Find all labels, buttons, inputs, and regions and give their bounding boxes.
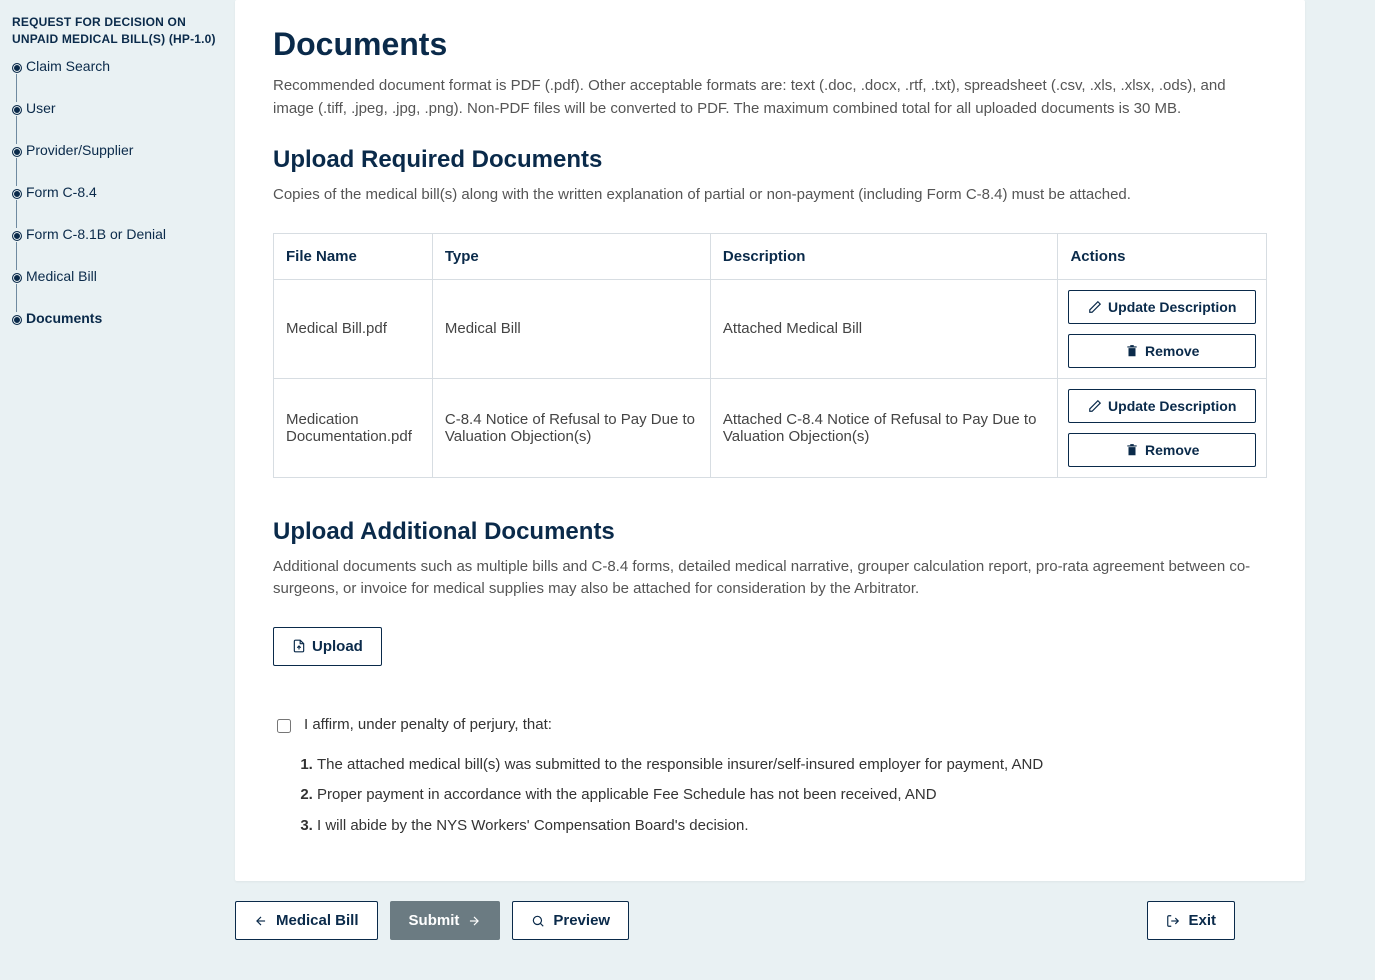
documents-table: File Name Type Description Actions Medic… — [273, 233, 1267, 478]
file-upload-icon — [292, 639, 306, 653]
sidebar-item-form-c81b[interactable]: Form C-8.1B or Denial — [12, 226, 223, 268]
button-label: Remove — [1145, 442, 1199, 458]
trash-icon — [1125, 443, 1139, 457]
cell-file: Medication Documentation.pdf — [274, 378, 433, 477]
sidebar-item-documents[interactable]: Documents — [12, 310, 223, 326]
upload-button[interactable]: Upload — [273, 627, 382, 666]
sidebar-item-label: User — [26, 100, 56, 116]
submit-button[interactable]: Submit — [390, 901, 501, 940]
sidebar-item-user[interactable]: User — [12, 100, 223, 142]
sidebar-item-form-c84[interactable]: Form C-8.4 — [12, 184, 223, 226]
cell-desc: Attached C-8.4 Notice of Refusal to Pay … — [710, 378, 1058, 477]
update-description-button[interactable]: Update Description — [1068, 389, 1256, 423]
cell-type: C-8.4 Notice of Refusal to Pay Due to Va… — [432, 378, 710, 477]
affirm-item: I will abide by the NYS Workers' Compens… — [317, 811, 1267, 842]
additional-subtext: Additional documents such as multiple bi… — [273, 556, 1267, 601]
exit-icon — [1166, 914, 1180, 928]
affirm-checkbox[interactable] — [277, 719, 291, 733]
exit-button[interactable]: Exit — [1147, 901, 1235, 940]
arrow-left-icon — [254, 914, 268, 928]
th-type: Type — [432, 233, 710, 279]
button-label: Preview — [553, 912, 610, 929]
page-intro: Recommended document format is PDF (.pdf… — [273, 75, 1267, 120]
required-heading: Upload Required Documents — [273, 146, 1267, 174]
sidebar-title: REQUEST FOR DECISION ON UNPAID MEDICAL B… — [12, 14, 223, 48]
page-title: Documents — [273, 26, 1267, 63]
remove-button[interactable]: Remove — [1068, 433, 1256, 467]
button-label: Upload — [312, 638, 363, 655]
remove-button[interactable]: Remove — [1068, 334, 1256, 368]
preview-button[interactable]: Preview — [512, 901, 629, 940]
button-label: Submit — [409, 912, 460, 929]
sidebar-item-label: Provider/Supplier — [26, 142, 133, 158]
pencil-icon — [1088, 300, 1102, 314]
footer-bar: Medical Bill Submit Preview Exit — [235, 881, 1305, 960]
update-description-button[interactable]: Update Description — [1068, 290, 1256, 324]
th-desc: Description — [710, 233, 1058, 279]
button-label: Exit — [1188, 912, 1216, 929]
button-label: Remove — [1145, 343, 1199, 359]
cell-actions: Update Description Remove — [1058, 279, 1267, 378]
additional-heading: Upload Additional Documents — [273, 518, 1267, 546]
affirm-row: I affirm, under penalty of perjury, that… — [273, 716, 1267, 736]
sidebar-item-claim-search[interactable]: Claim Search — [12, 58, 223, 100]
button-label: Update Description — [1108, 398, 1236, 414]
table-row: Medical Bill.pdf Medical Bill Attached M… — [274, 279, 1267, 378]
affirm-item: The attached medical bill(s) was submitt… — [317, 750, 1267, 781]
trash-icon — [1125, 344, 1139, 358]
sidebar-item-provider[interactable]: Provider/Supplier — [12, 142, 223, 184]
table-row: Medication Documentation.pdf C-8.4 Notic… — [274, 378, 1267, 477]
sidebar-item-label: Form C-8.4 — [26, 184, 97, 200]
affirm-lead: I affirm, under penalty of perjury, that… — [304, 716, 552, 733]
back-button[interactable]: Medical Bill — [235, 901, 378, 940]
affirm-item: Proper payment in accordance with the ap… — [317, 780, 1267, 811]
sidebar: REQUEST FOR DECISION ON UNPAID MEDICAL B… — [0, 0, 235, 980]
cell-actions: Update Description Remove — [1058, 378, 1267, 477]
cell-file: Medical Bill.pdf — [274, 279, 433, 378]
main-card: Documents Recommended document format is… — [235, 0, 1305, 881]
th-actions: Actions — [1058, 233, 1267, 279]
th-file: File Name — [274, 233, 433, 279]
sidebar-item-medical-bill[interactable]: Medical Bill — [12, 268, 223, 310]
sidebar-item-label: Form C-8.1B or Denial — [26, 226, 166, 242]
sidebar-item-label: Claim Search — [26, 58, 110, 74]
sidebar-item-label: Medical Bill — [26, 268, 97, 284]
sidebar-item-label: Documents — [26, 310, 102, 326]
search-icon — [531, 914, 545, 928]
cell-type: Medical Bill — [432, 279, 710, 378]
cell-desc: Attached Medical Bill — [710, 279, 1058, 378]
affirm-list: The attached medical bill(s) was submitt… — [299, 750, 1267, 842]
required-subtext: Copies of the medical bill(s) along with… — [273, 184, 1267, 207]
pencil-icon — [1088, 399, 1102, 413]
button-label: Medical Bill — [276, 912, 359, 929]
nav-list: Claim Search User Provider/Supplier Form… — [12, 58, 223, 326]
button-label: Update Description — [1108, 299, 1236, 315]
arrow-right-icon — [467, 914, 481, 928]
